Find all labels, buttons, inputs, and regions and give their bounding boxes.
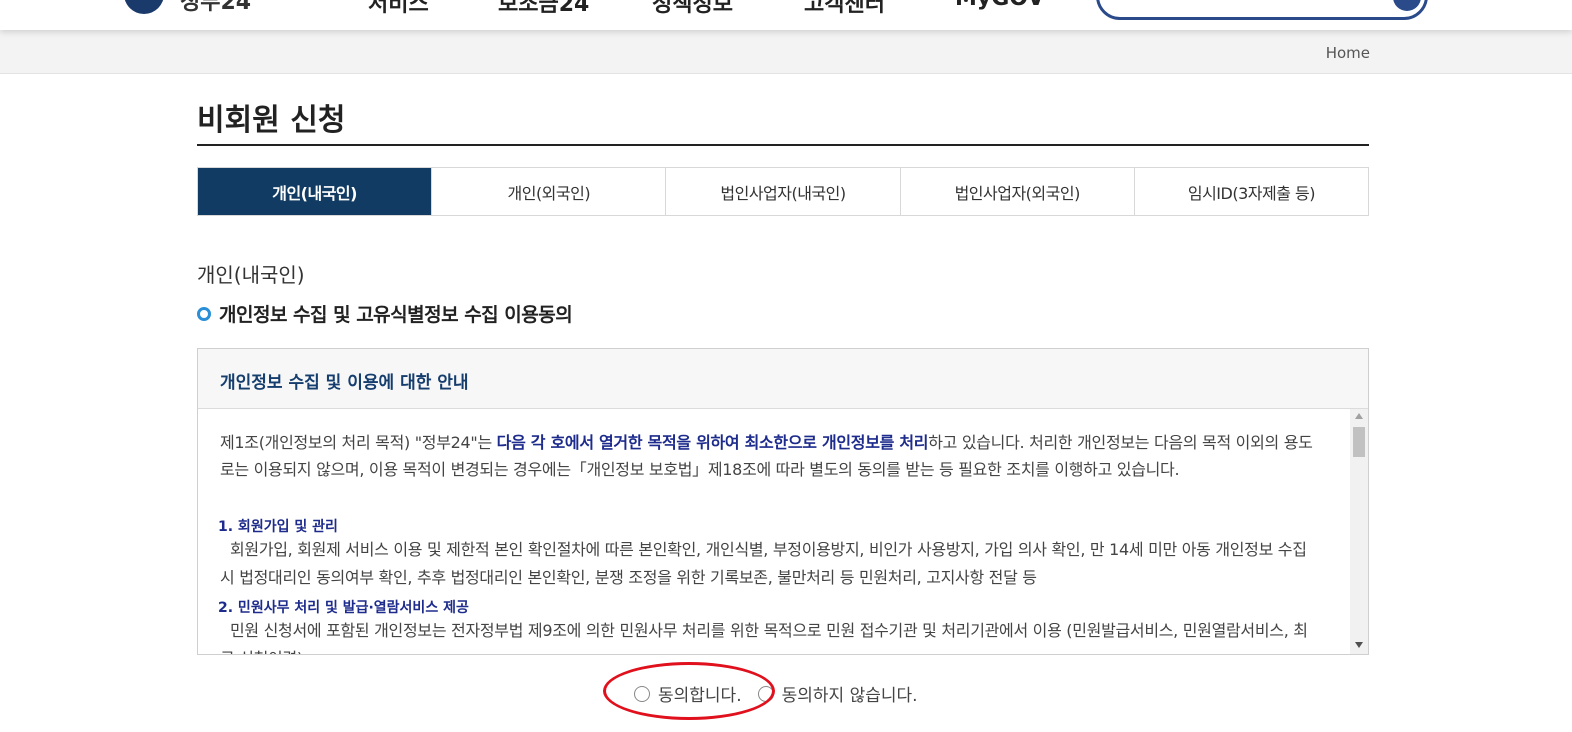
p1-text-a: 제1조(개인정보의 처리 목적) "정부24"는 <box>220 433 497 452</box>
page-title: 비회원 신청 <box>197 103 346 138</box>
consent-title: 개인정보 수집 및 고유식별정보 수집 이용동의 <box>219 304 573 326</box>
annotation-red-circle <box>603 662 775 720</box>
gnb-item-customer-center[interactable]: 고객센터 <box>804 0 885 18</box>
notice-title: 개인정보 수집 및 이용에 대한 안내 <box>220 373 469 393</box>
tab-temporary-id[interactable]: 임시ID(3자제출 등) <box>1133 168 1368 215</box>
section-1-title: 1. 회원가입 및 관리 <box>218 519 338 535</box>
notice-paragraph-1: 제1조(개인정보의 처리 목적) "정부24"는 다음 각 호에서 열거한 목적… <box>220 429 1322 483</box>
section-2-body: 민원 신청서에 포함된 개인정보는 전자정부법 제9조에 의한 민원사무 처리를… <box>220 621 1308 654</box>
section-1-body: 회원가입, 회원제 서비스 이용 및 제한적 본인 확인절차에 따른 본인확인,… <box>220 540 1307 587</box>
search-input[interactable] <box>1096 0 1428 20</box>
top-header: 정부24 서비스 보조금24 정책정보 고객센터 MyGOV <box>0 0 1572 30</box>
disagree-label[interactable]: 동의하지 않습니다. <box>782 681 918 706</box>
consent-heading: 개인정보 수집 및 고유식별정보 수집 이용동의 <box>197 300 573 327</box>
title-divider <box>197 144 1369 146</box>
p1-highlight: 다음 각 호에서 열거한 목적을 위하여 최소한으로 개인정보를 처리 <box>496 433 929 452</box>
scroll-down-arrow-icon[interactable] <box>1355 642 1363 648</box>
breadcrumb-home[interactable]: Home <box>1326 44 1370 62</box>
search-icon[interactable] <box>1393 0 1421 11</box>
bullet-circle-icon <box>197 306 211 321</box>
notice-scrollbar[interactable] <box>1350 409 1368 654</box>
tab-corporate-foreign[interactable]: 법인사업자(외국인) <box>899 168 1134 215</box>
logo-text[interactable]: 정부24 <box>180 0 251 16</box>
section-subtitle: 개인(내국인) <box>197 263 305 287</box>
notice-header: 개인정보 수집 및 이용에 대한 안내 <box>198 349 1368 409</box>
notice-scroll-area[interactable]: 제1조(개인정보의 처리 목적) "정부24"는 다음 각 호에서 열거한 목적… <box>198 409 1350 654</box>
scroll-up-arrow-icon[interactable] <box>1355 413 1363 419</box>
scroll-thumb[interactable] <box>1353 427 1365 457</box>
tab-individual-foreign[interactable]: 개인(외국인) <box>431 168 665 215</box>
section-2-title: 2. 민원사무 처리 및 발급·열람서비스 제공 <box>218 600 469 616</box>
gnb-item-service[interactable]: 서비스 <box>368 0 429 18</box>
gnb-item-policy[interactable]: 정책정보 <box>652 0 733 18</box>
gnb-item-subsidy[interactable]: 보조금24 <box>498 0 589 18</box>
tab-corporate-domestic[interactable]: 법인사업자(내국인) <box>665 168 899 215</box>
gov24-logo-icon[interactable] <box>124 0 164 14</box>
member-type-tabs: 개인(내국인) 개인(외국인) 법인사업자(내국인) 법인사업자(외국인) 임시… <box>197 167 1369 216</box>
gnb-item-mygov[interactable]: MyGOV <box>955 0 1044 11</box>
privacy-notice-box: 개인정보 수집 및 이용에 대한 안내 제1조(개인정보의 처리 목적) "정부… <box>197 348 1369 655</box>
breadcrumb: Home <box>0 30 1572 74</box>
tab-individual-domestic[interactable]: 개인(내국인) <box>198 168 432 215</box>
